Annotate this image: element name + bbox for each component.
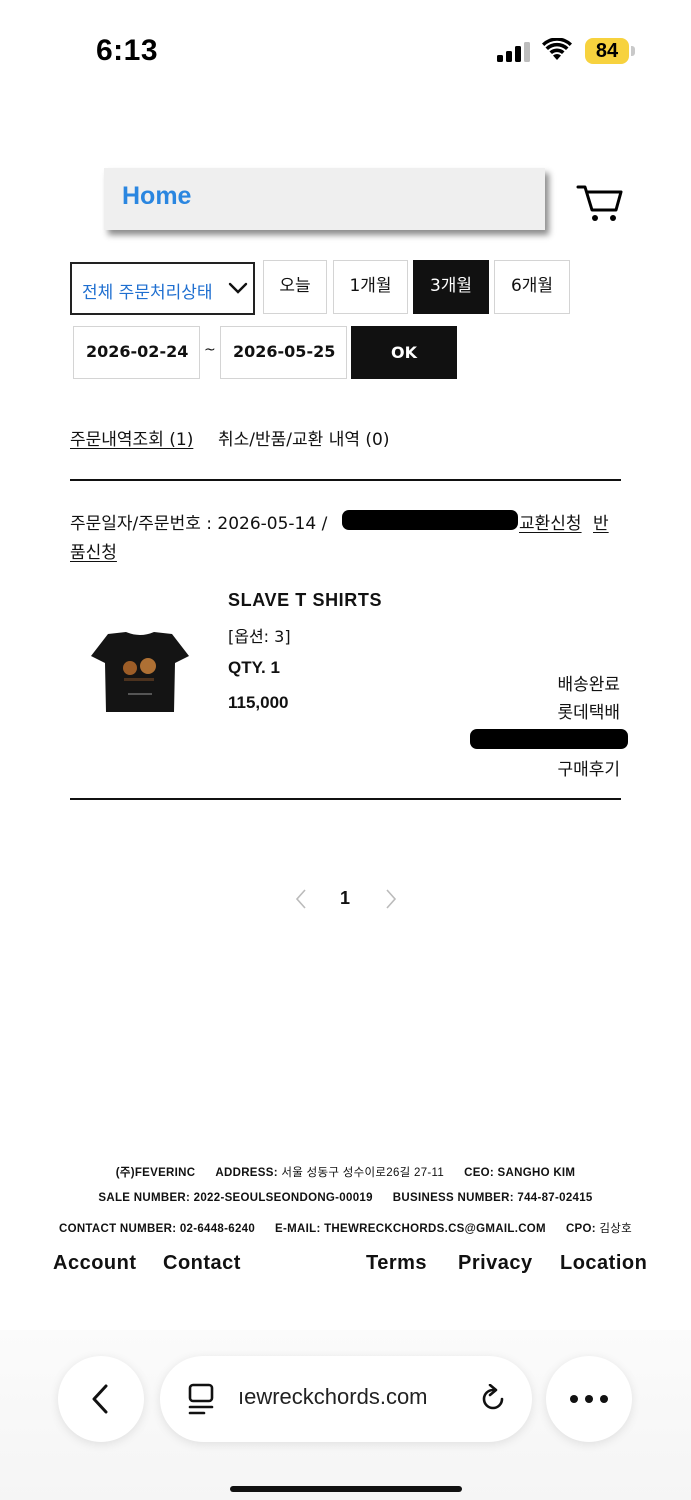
period-1month-button[interactable]: 1개월 [333, 260, 408, 314]
home-indicator [230, 1486, 462, 1492]
footer-cpo: 김상호 [599, 1223, 633, 1235]
footer-company: (주)FEVERINC [115, 1167, 196, 1179]
ok-button[interactable]: OK [351, 326, 457, 379]
footer-address-label: ADDRESS: [215, 1167, 278, 1179]
footer-ceo: SANGHO KIM [497, 1167, 576, 1179]
footer-line-1: (주)FEVERINC ADDRESS: 서울 성동구 성수이로26길 27-11… [0, 1164, 691, 1180]
period-6month-button[interactable]: 6개월 [494, 260, 570, 314]
courier-name: 롯데택배 [557, 703, 620, 723]
order-date-number: 주문일자/주문번호 : 2026-05-14 / [70, 514, 328, 534]
product-name[interactable]: SLAVE T SHIRTS [228, 590, 382, 611]
exchange-request-link[interactable]: 교환신청 [519, 509, 582, 534]
browser-more-button[interactable] [546, 1356, 632, 1442]
product-option: [옵션: 3] [228, 627, 291, 646]
redacted-order-number [342, 510, 518, 530]
footer-email[interactable]: THEWRECKCHORDS.CS@GMAIL.COM [324, 1223, 546, 1235]
cart-icon[interactable] [576, 183, 624, 223]
reader-mode-icon[interactable] [186, 1383, 216, 1415]
more-dots-icon [570, 1395, 608, 1403]
return-request-link-part1[interactable]: 반 [593, 509, 609, 534]
footer-contact-label: CONTACT NUMBER: [58, 1223, 177, 1235]
browser-back-button[interactable] [58, 1356, 144, 1442]
period-today-button[interactable]: 오늘 [263, 260, 327, 314]
footer-address: 서울 성동구 성수이로26길 27-11 [281, 1167, 445, 1179]
footer-line-2: SALE NUMBER: 2022-SEOULSEONDONG-00019 BUS… [0, 1192, 691, 1204]
footer-cpo-label: CPO: [565, 1223, 596, 1235]
tab-cancel-return-exchange[interactable]: 취소/반품/교환 내역 (0) [218, 425, 389, 450]
address-bar[interactable]: ıewreckchords.com [160, 1356, 532, 1442]
order-status-select[interactable]: 전체 주문처리상태 [70, 262, 255, 315]
footer-ceo-label: CEO: [464, 1167, 495, 1179]
product-quantity: QTY. 1 [228, 658, 280, 677]
end-date-field[interactable]: 2026-05-25 [220, 326, 347, 379]
footer-email-label: E-MAIL: [275, 1223, 321, 1235]
battery-icon: 84 [585, 38, 635, 64]
product-thumbnail[interactable] [90, 630, 190, 715]
product-price: 115,000 [228, 693, 289, 712]
delivery-status: 배송완료 [557, 675, 620, 695]
footer-link-terms[interactable]: Terms [366, 1252, 427, 1275]
footer-sale-label: SALE NUMBER: [98, 1192, 191, 1204]
home-link[interactable]: Home [122, 182, 191, 211]
url-text[interactable]: ıewreckchords.com [238, 1384, 428, 1410]
prev-page-icon[interactable] [294, 888, 308, 910]
status-time: 6:13 [96, 34, 159, 67]
period-3month-button[interactable]: 3개월 [413, 260, 489, 314]
review-link[interactable]: 구매후기 [557, 755, 620, 780]
footer-sale-number: 2022-SEOULSEONDONG-00019 [193, 1192, 373, 1204]
footer-business-label: BUSINESS NUMBER: [392, 1192, 514, 1204]
battery-tip [631, 46, 635, 56]
cellular-signal-icon [497, 42, 530, 62]
redacted-tracking-number [470, 729, 628, 749]
chevron-left-icon [92, 1384, 108, 1414]
footer-link-privacy[interactable]: Privacy [458, 1252, 533, 1275]
date-separator: ~ [204, 342, 216, 358]
wifi-icon [542, 38, 572, 60]
footer-line-3: CONTACT NUMBER: 02-6448-6240 E-MAIL: THEW… [0, 1220, 691, 1236]
footer-link-account[interactable]: Account [53, 1252, 137, 1275]
footer-business-number: 744-87-02415 [517, 1192, 593, 1204]
start-date-field[interactable]: 2026-02-24 [73, 326, 200, 379]
tab-order-history[interactable]: 주문내역조회 (1) [70, 425, 193, 450]
footer-link-contact[interactable]: Contact [163, 1252, 241, 1275]
reload-icon[interactable] [478, 1384, 508, 1414]
footer-link-location[interactable]: Location [560, 1252, 647, 1275]
home-bar[interactable]: Home [104, 168, 545, 230]
next-page-icon[interactable] [384, 888, 398, 910]
chevron-down-icon [228, 282, 248, 294]
battery-level: 84 [595, 40, 619, 62]
divider-bottom [70, 798, 621, 800]
page-number[interactable]: 1 [340, 888, 350, 909]
divider-top [70, 479, 621, 481]
return-request-link-part2[interactable]: 품신청 [70, 538, 117, 563]
footer-contact-number: 02-6448-6240 [179, 1223, 256, 1235]
order-status-select-value: 전체 주문처리상태 [82, 283, 213, 303]
